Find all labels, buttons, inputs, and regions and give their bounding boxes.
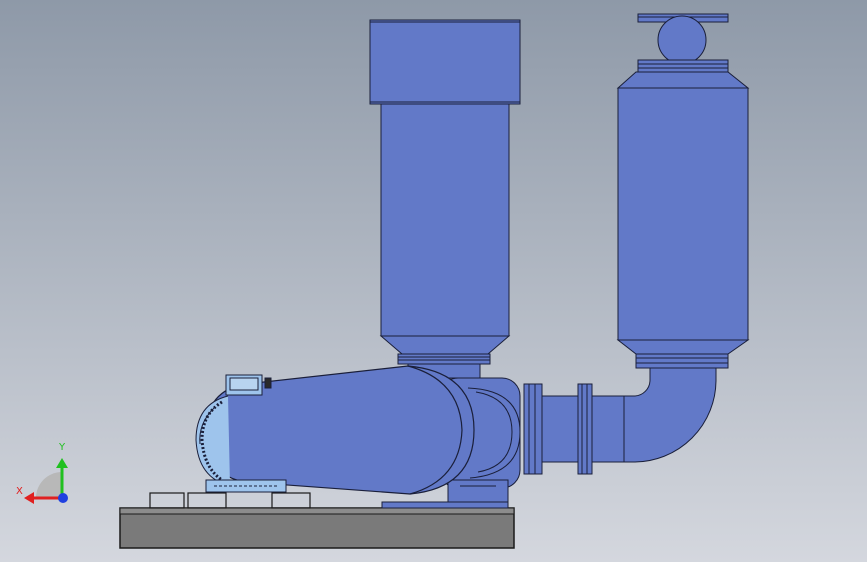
blower-assembly-drawing [0,0,867,562]
x-axis-label: X [16,486,23,497]
outlet-silencer[interactable] [616,13,750,369]
inlet-silencer[interactable] [369,19,521,379]
y-axis-label: Y [59,442,66,453]
z-axis-dot [58,493,68,503]
cad-viewport[interactable]: X Y [0,0,867,562]
